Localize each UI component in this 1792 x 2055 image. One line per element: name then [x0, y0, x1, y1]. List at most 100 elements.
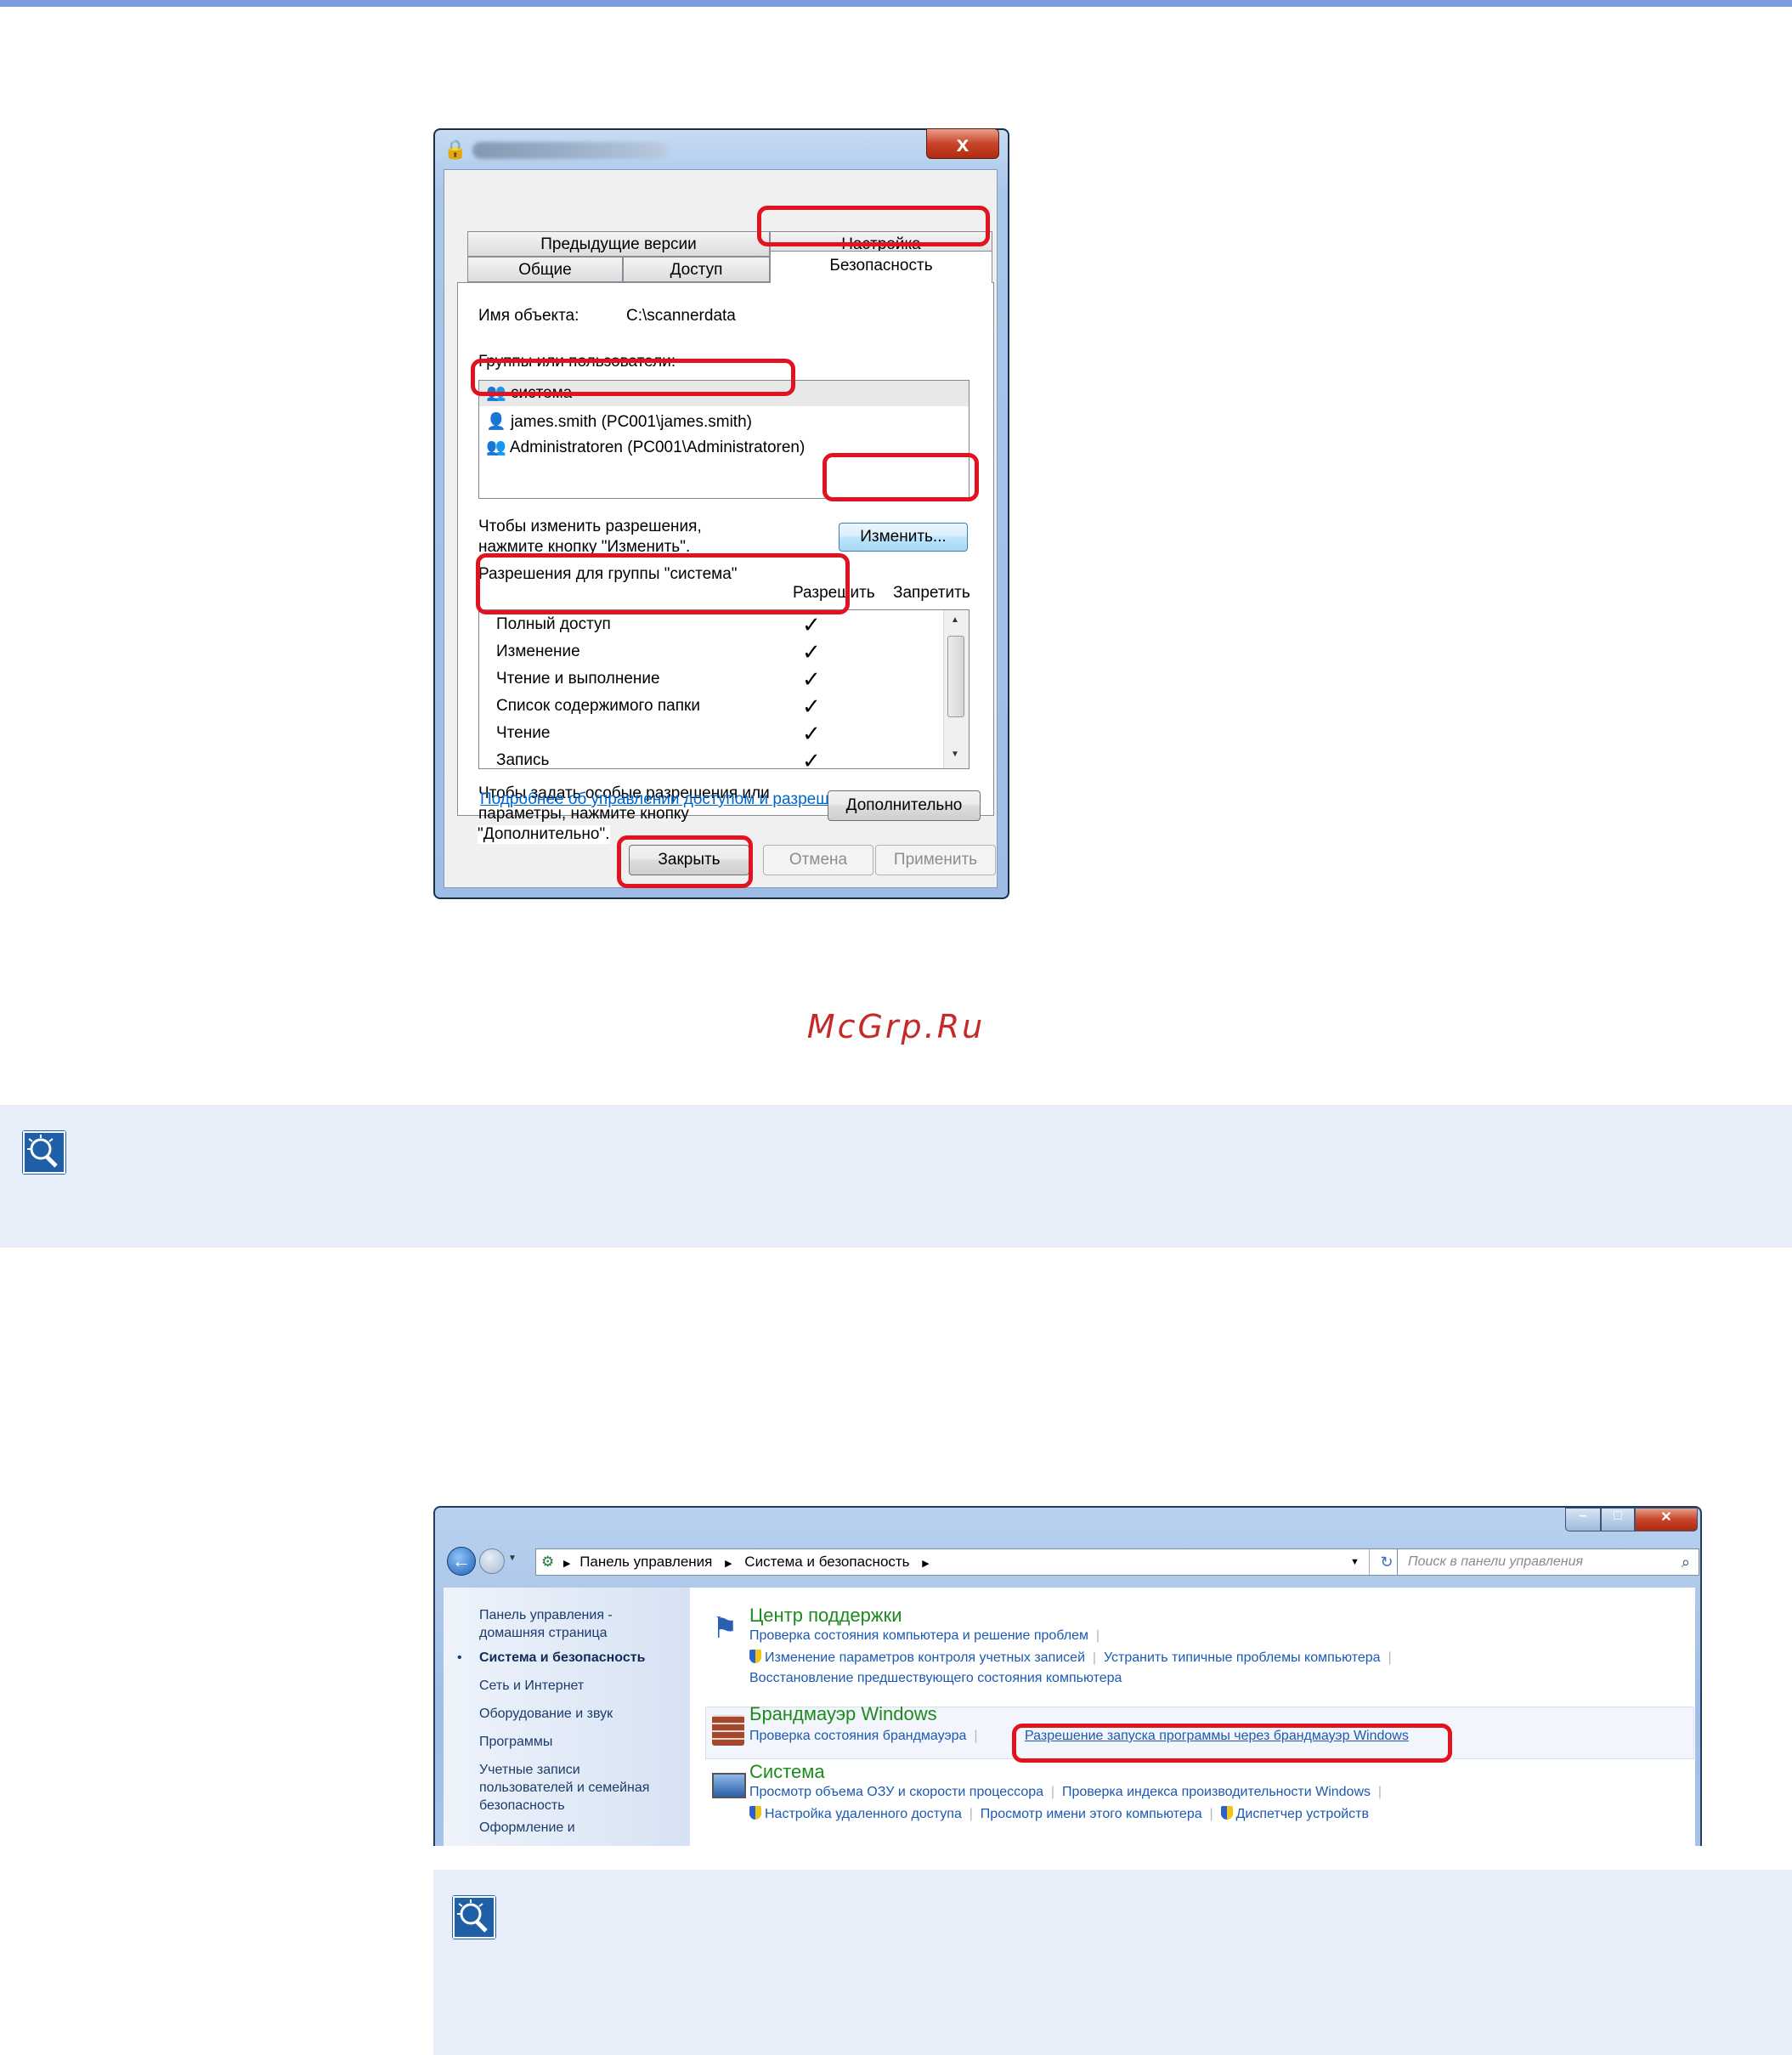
- cp-main: ⚑ Центр поддержки Проверка состояния ком…: [690, 1588, 1695, 1846]
- change-hint-line1: Чтобы изменить разрешения,: [478, 518, 702, 535]
- permission-name: Запись: [496, 751, 550, 769]
- support-link[interactable]: Проверка состояния компьютера и решение …: [749, 1628, 1100, 1644]
- object-name-label: Имя объекта:: [478, 307, 579, 325]
- chevron-right-icon: ▶: [562, 1559, 571, 1569]
- nav-hardware-sound[interactable]: Оборудование и звук: [479, 1705, 613, 1723]
- scrollbar[interactable]: ▲ ▼: [943, 610, 969, 768]
- restore-link[interactable]: Восстановление предшествующего состояния…: [749, 1671, 1122, 1686]
- change-button[interactable]: Изменить...: [839, 523, 968, 552]
- firewall-icon: [712, 1715, 744, 1746]
- firewall-title[interactable]: Брандмауэр Windows: [749, 1703, 937, 1725]
- uac-shield-icon: [749, 1806, 761, 1820]
- forward-icon[interactable]: [479, 1548, 505, 1574]
- tab-general[interactable]: Общие: [467, 257, 623, 282]
- permission-name: Полный доступ: [496, 615, 611, 633]
- allow-check: ✓: [802, 639, 821, 665]
- highlight-change-button: [823, 453, 979, 501]
- allow-check: ✓: [802, 748, 821, 769]
- system-links-row2: Настройка удаленного доступа | Просмотр …: [749, 1806, 1369, 1822]
- object-name-value: C:\scannerdata: [626, 307, 736, 325]
- nav-home[interactable]: Панель управления - домашняя страница: [479, 1606, 613, 1642]
- advanced-button[interactable]: Дополнительно: [828, 790, 981, 821]
- computer-icon: [712, 1773, 746, 1798]
- list-item[interactable]: 👥 Administratoren (PC001\Administratoren…: [479, 435, 805, 461]
- troubleshoot-link[interactable]: Устранить типичные проблемы компьютера: [1104, 1650, 1381, 1665]
- permission-name: Чтение и выполнение: [496, 670, 660, 688]
- address-dropdown-icon[interactable]: ▼: [1350, 1549, 1360, 1575]
- tab-previous-versions[interactable]: Предыдущие версии: [467, 231, 770, 257]
- flag-icon: ⚑: [712, 1612, 738, 1645]
- search-input[interactable]: Поиск в панели управления ⌕: [1397, 1548, 1699, 1576]
- allow-check: ✓: [802, 666, 821, 692]
- maximize-icon[interactable]: □: [1601, 1508, 1635, 1531]
- highlight-security-tab: [757, 206, 990, 246]
- tip-lightbulb-icon: [452, 1895, 496, 1939]
- folder-lock-icon: 🔒: [444, 139, 467, 160]
- special-hint-line3: "Дополнительно".: [478, 825, 610, 844]
- permission-name: Чтение: [496, 724, 551, 742]
- support-center-title[interactable]: Центр поддержки: [749, 1605, 902, 1627]
- nav-appearance[interactable]: Оформление и: [479, 1819, 575, 1837]
- performance-index-link[interactable]: Проверка индекса производительности Wind…: [1062, 1785, 1371, 1799]
- scroll-up-icon[interactable]: ▲: [951, 615, 959, 625]
- support-links-row: Изменение параметров контроля учетных за…: [749, 1650, 1392, 1666]
- back-icon[interactable]: ←: [447, 1547, 476, 1576]
- list-item[interactable]: 👤 james.smith (PC001\james.smith): [479, 410, 752, 435]
- system-title[interactable]: Система: [749, 1761, 825, 1783]
- tab-security[interactable]: Безопасность: [770, 251, 992, 283]
- highlight-firewall-link: [1012, 1724, 1452, 1763]
- allow-check: ✓: [802, 693, 821, 719]
- address-bar[interactable]: ⚙ ▶ Панель управления ▶ Система и безопа…: [535, 1548, 1405, 1576]
- highlight-full-access-rows: [476, 553, 850, 614]
- system-links-row1: Просмотр объема ОЗУ и скорости процессор…: [749, 1785, 1382, 1799]
- note-box: [0, 1105, 1792, 1248]
- column-deny: Запретить: [893, 584, 970, 602]
- nav-current-bullet: •: [457, 1650, 462, 1665]
- scroll-thumb[interactable]: [947, 636, 964, 717]
- allow-check: ✓: [802, 721, 821, 746]
- permission-name: Изменение: [496, 643, 580, 660]
- minimize-icon[interactable]: –: [1565, 1508, 1601, 1531]
- dialog-title-blurred: [472, 142, 668, 159]
- cp-left-nav: Панель управления - домашняя страница • …: [444, 1588, 690, 1846]
- firewall-status-link[interactable]: Проверка состояния брандмауэра |: [749, 1729, 977, 1744]
- permission-name: Список содержимого папки: [496, 697, 700, 715]
- tab-sharing[interactable]: Доступ: [623, 257, 770, 282]
- nav-network-internet[interactable]: Сеть и Интернет: [479, 1677, 584, 1695]
- watermark: McGrp.Ru: [806, 1008, 986, 1045]
- cancel-button[interactable]: Отмена: [763, 845, 873, 875]
- chevron-right-icon: ▶: [922, 1559, 930, 1569]
- remote-access-link[interactable]: Настройка удаленного доступа: [765, 1807, 962, 1821]
- note-box: [433, 1870, 1792, 2055]
- users-group-icon: 👥: [486, 439, 506, 456]
- ram-cpu-link[interactable]: Просмотр объема ОЗУ и скорости процессор…: [749, 1785, 1043, 1799]
- highlight-user-item: [471, 359, 795, 396]
- breadcrumb-item[interactable]: Панель управления: [579, 1554, 712, 1570]
- close-window-icon[interactable]: ✕: [1635, 1508, 1698, 1531]
- permissions-list[interactable]: Полный доступ ✓ Изменение ✓ Чтение и вып…: [478, 609, 969, 769]
- breadcrumb-item[interactable]: Система и безопасность: [744, 1554, 909, 1570]
- chevron-right-icon: ▶: [725, 1559, 732, 1569]
- device-manager-link[interactable]: Диспетчер устройств: [1236, 1807, 1369, 1821]
- control-panel-window: – □ ✕ ← ▼ ⚙ ▶ Панель управления ▶ Систем…: [433, 1506, 1702, 1846]
- control-panel-icon: ⚙: [541, 1554, 555, 1570]
- nav-user-accounts[interactable]: Учетные записи пользователей и семейная …: [479, 1761, 649, 1814]
- user-icon: 👤: [486, 413, 506, 431]
- page-top-bar: [0, 0, 1792, 7]
- dialog-body: Предыдущие версии Настройка Общие Доступ…: [444, 169, 998, 888]
- nav-system-security[interactable]: Система и безопасность: [479, 1649, 645, 1667]
- uac-shield-icon: [1220, 1806, 1233, 1820]
- recent-pages-icon[interactable]: ▼: [508, 1554, 517, 1563]
- apply-button[interactable]: Применить: [875, 845, 996, 875]
- uac-settings-link[interactable]: Изменение параметров контроля учетных за…: [765, 1650, 1085, 1665]
- nav-programs[interactable]: Программы: [479, 1733, 552, 1751]
- more-info-link[interactable]: Подробнее об управлении доступом и разре…: [480, 790, 873, 809]
- highlight-close-button: [617, 835, 753, 888]
- uac-shield-icon: [749, 1650, 761, 1663]
- tip-lightbulb-icon: [22, 1130, 66, 1175]
- computer-name-link[interactable]: Просмотр имени этого компьютера: [981, 1807, 1202, 1821]
- search-icon[interactable]: ⌕: [1682, 1549, 1690, 1575]
- scroll-down-icon[interactable]: ▼: [951, 750, 959, 759]
- close-icon[interactable]: x: [926, 128, 999, 159]
- allow-check: ✓: [802, 612, 821, 637]
